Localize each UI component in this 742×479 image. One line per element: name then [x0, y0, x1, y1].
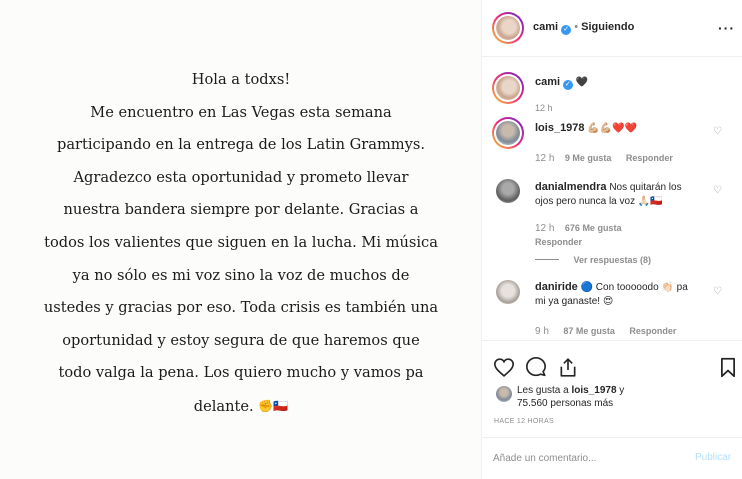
reply-button[interactable]: Responder: [626, 153, 673, 163]
post-line: todo valga la pena. Los quiero mucho y v…: [58, 364, 424, 382]
post-line: nuestra bandera siempre por delante. Gra…: [63, 201, 419, 219]
comment-meta: 12 h 9 Me gusta Responder: [535, 148, 673, 166]
post-line: Hola a todxs!: [191, 71, 291, 88]
comment-likes[interactable]: 9 Me gusta: [565, 153, 612, 163]
comment-input[interactable]: [493, 450, 683, 466]
author-username[interactable]: cami: [533, 21, 558, 33]
comment-time[interactable]: 9 h: [535, 326, 549, 337]
comment-username[interactable]: lois_1978: [535, 122, 585, 134]
post-header: cami ✓ • Siguiendo ···: [482, 0, 742, 57]
likes-summary: Les gusta a lois_1978 y 75.560 personas …: [517, 384, 707, 410]
fist-flag-emoji: ✊🇨🇱: [258, 398, 289, 413]
likes-connector: y: [616, 385, 625, 396]
comment-avatar[interactable]: [496, 179, 520, 203]
verified-icon: ✓: [561, 25, 572, 35]
caption: cami ✓ 🖤: [535, 75, 588, 90]
likes-count[interactable]: 75.560 personas más: [517, 398, 613, 409]
post-line: Me encuentro en Las Vegas esta semana: [90, 103, 392, 121]
comment-time[interactable]: 12 h: [535, 153, 554, 164]
share-icon[interactable]: [558, 357, 578, 378]
likes-prefix: Les gusta a: [517, 385, 572, 396]
verified-icon: ✓: [562, 80, 573, 90]
separator-dot: •: [574, 21, 579, 33]
comment-username[interactable]: danialmendra: [535, 181, 607, 193]
comment-likes[interactable]: 87 Me gusta: [563, 326, 615, 336]
post-text: Hola a todxs! Me encuentro en Las Vegas …: [40, 64, 442, 424]
reply-button[interactable]: Responder: [535, 237, 582, 247]
comment-time[interactable]: 12 h: [535, 223, 554, 234]
post-line: ustedes y gracias por eso. Toda crisis e…: [43, 299, 439, 317]
reply-button[interactable]: Responder: [629, 326, 676, 336]
post-line: participando en la entrega de los Latin …: [56, 136, 426, 154]
view-replies-button[interactable]: Ver respuestas (8): [535, 250, 651, 268]
header-title: cami ✓ • Siguiendo: [533, 21, 634, 35]
like-comment-heart-icon[interactable]: ♡: [713, 126, 722, 137]
comment: danialmendra Nos quitarán los ojos pero …: [535, 180, 700, 209]
like-comment-heart-icon[interactable]: ♡: [713, 286, 722, 297]
post-image[interactable]: Hola a todxs! Me encuentro en Las Vegas …: [0, 0, 481, 479]
follow-status-button[interactable]: Siguiendo: [581, 21, 634, 33]
comment-meta: 12 h 676 Me gusta Responder: [535, 221, 655, 248]
post-line: ya no sólo es mi voz sino la voz de much…: [72, 266, 410, 284]
post-line: Agradezco esta oportunidad y prometo lle…: [73, 168, 409, 186]
view-replies-label: Ver respuestas (8): [573, 255, 651, 265]
post-timestamp[interactable]: HACE 12 HORAS: [494, 418, 554, 425]
caption-username[interactable]: cami: [535, 76, 560, 88]
caption-avatar[interactable]: [492, 72, 524, 104]
comment-avatar[interactable]: [492, 117, 524, 149]
comment-meta: 9 h 87 Me gusta Responder: [535, 321, 676, 339]
caption-text: 🖤: [575, 77, 589, 88]
liker-avatar[interactable]: [496, 386, 512, 402]
like-heart-icon[interactable]: [494, 358, 514, 377]
like-comment-heart-icon[interactable]: ♡: [713, 185, 722, 196]
caption-time[interactable]: 12 h: [535, 103, 553, 113]
replies-divider: [535, 259, 559, 260]
save-bookmark-icon[interactable]: [720, 357, 736, 378]
comment-likes[interactable]: 676 Me gusta: [565, 223, 622, 233]
comment-composer: Publicar: [482, 437, 742, 479]
author-avatar[interactable]: [492, 12, 524, 44]
post-line: oportunidad y estoy segura de que haremo…: [62, 331, 420, 349]
comment: lois_1978 💪🏼💪🏼❤️❤️: [535, 121, 637, 136]
comment-username[interactable]: daniride: [535, 281, 578, 293]
publish-button[interactable]: Publicar: [695, 452, 731, 463]
post-line: todos los valientes que siguen en la luc…: [44, 233, 438, 251]
comment-bubble-icon[interactable]: [526, 357, 546, 377]
comment-text: 💪🏼💪🏼❤️❤️: [587, 123, 638, 134]
comment-avatar[interactable]: [496, 280, 520, 304]
more-horizontal-icon[interactable]: ···: [718, 20, 735, 36]
liker-username[interactable]: lois_1978: [571, 385, 616, 396]
post-line: delante.: [193, 397, 254, 415]
post-actions: Les gusta a lois_1978 y 75.560 personas …: [482, 340, 742, 450]
post-line-last: delante. ✊🇨🇱: [40, 390, 442, 424]
comment: daniride 🔵 Con tooooodo 👏🏻 pa mi ya gana…: [535, 280, 700, 309]
side-panel: cami ✓ • Siguiendo ··· cami ✓ 🖤 12 h loi…: [481, 0, 742, 479]
